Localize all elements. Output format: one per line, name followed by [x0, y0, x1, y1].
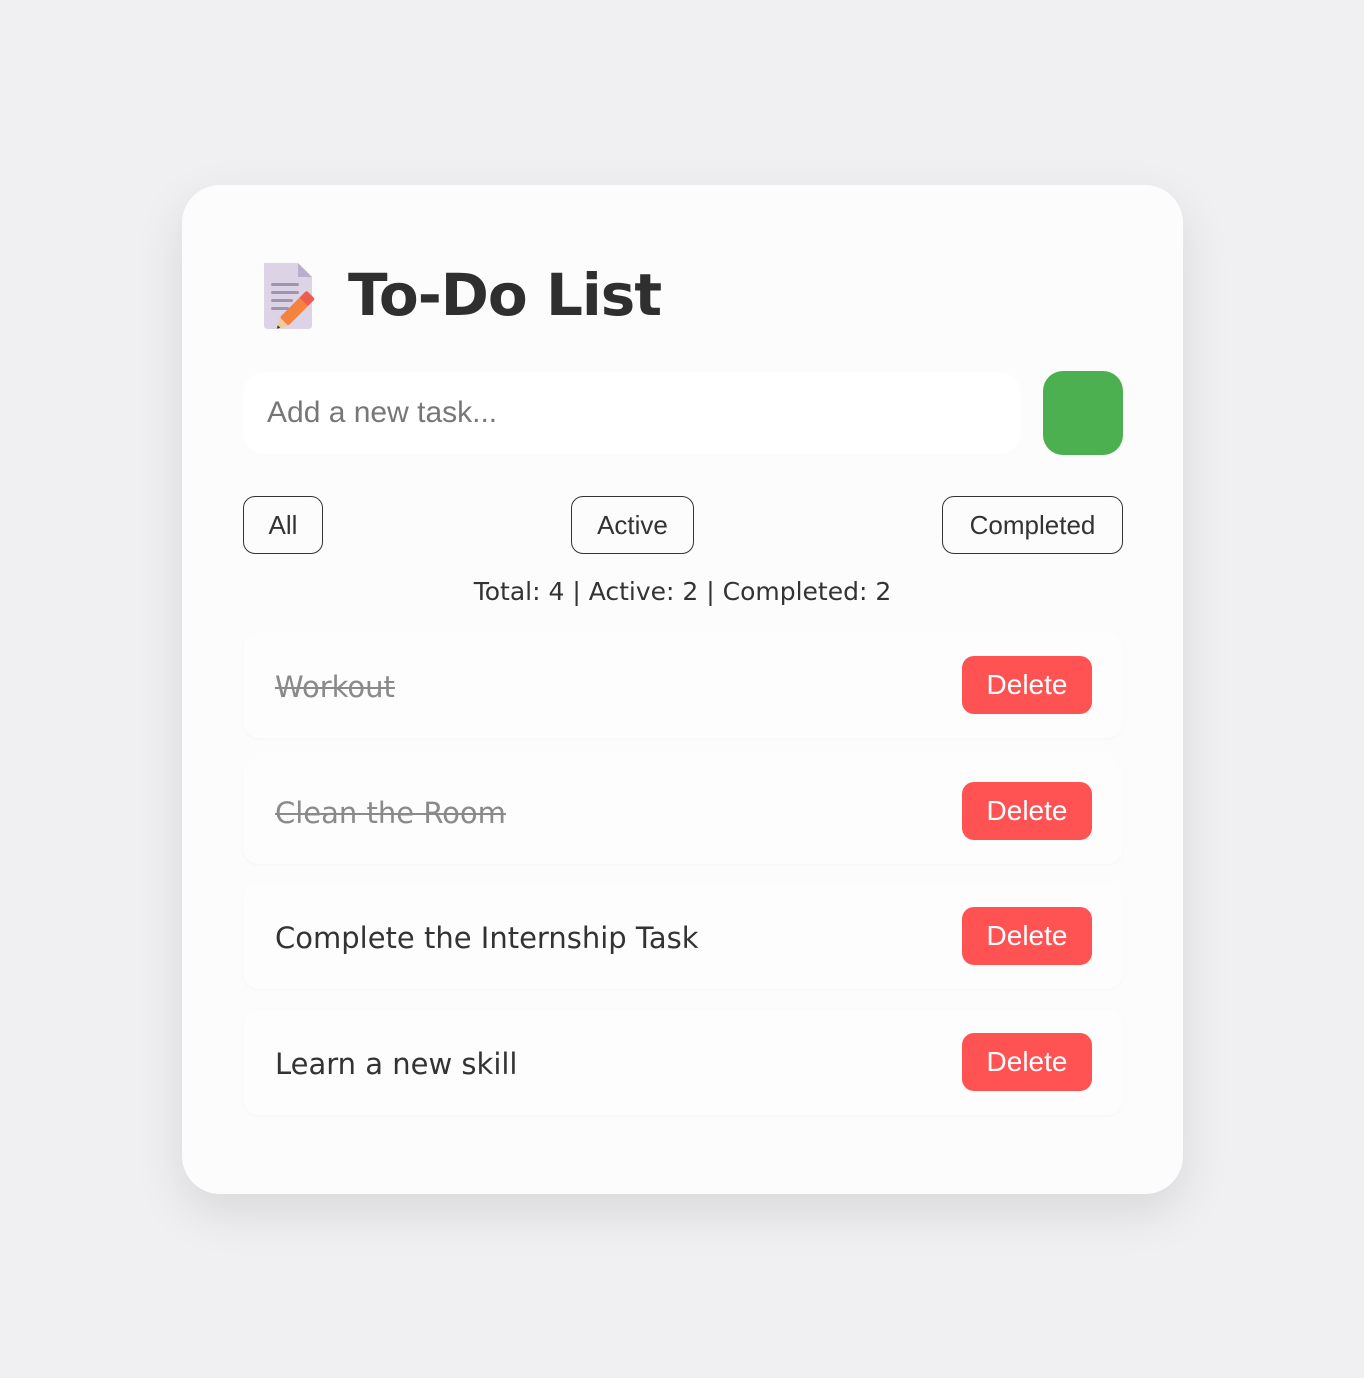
header: To-Do List	[258, 255, 662, 335]
delete-button[interactable]: Delete	[962, 782, 1092, 840]
delete-button[interactable]: Delete	[962, 907, 1092, 965]
task-item[interactable]: Complete the Internship Task Delete	[243, 883, 1123, 989]
task-text[interactable]: Complete the Internship Task	[275, 883, 699, 989]
todo-card: To-Do List All Active Completed Total: 4…	[182, 185, 1183, 1194]
task-item[interactable]: Clean the Room Delete	[243, 758, 1123, 864]
task-text[interactable]: Clean the Room	[275, 758, 506, 864]
page-title: To-Do List	[348, 261, 662, 329]
task-text[interactable]: Workout	[275, 632, 395, 738]
delete-button[interactable]: Delete	[962, 1033, 1092, 1091]
memo-icon	[258, 259, 320, 331]
task-item[interactable]: Learn a new skill Delete	[243, 1009, 1123, 1115]
delete-button[interactable]: Delete	[962, 656, 1092, 714]
task-item[interactable]: Workout Delete	[243, 632, 1123, 738]
filter-active-button[interactable]: Active	[571, 496, 694, 554]
task-text[interactable]: Learn a new skill	[275, 1009, 518, 1115]
add-task-button[interactable]	[1043, 371, 1123, 455]
task-stats: Total: 4 | Active: 2 | Completed: 2	[473, 577, 892, 606]
new-task-input[interactable]	[243, 372, 1021, 454]
filter-all-button[interactable]: All	[243, 496, 323, 554]
filter-completed-button[interactable]: Completed	[942, 496, 1123, 554]
